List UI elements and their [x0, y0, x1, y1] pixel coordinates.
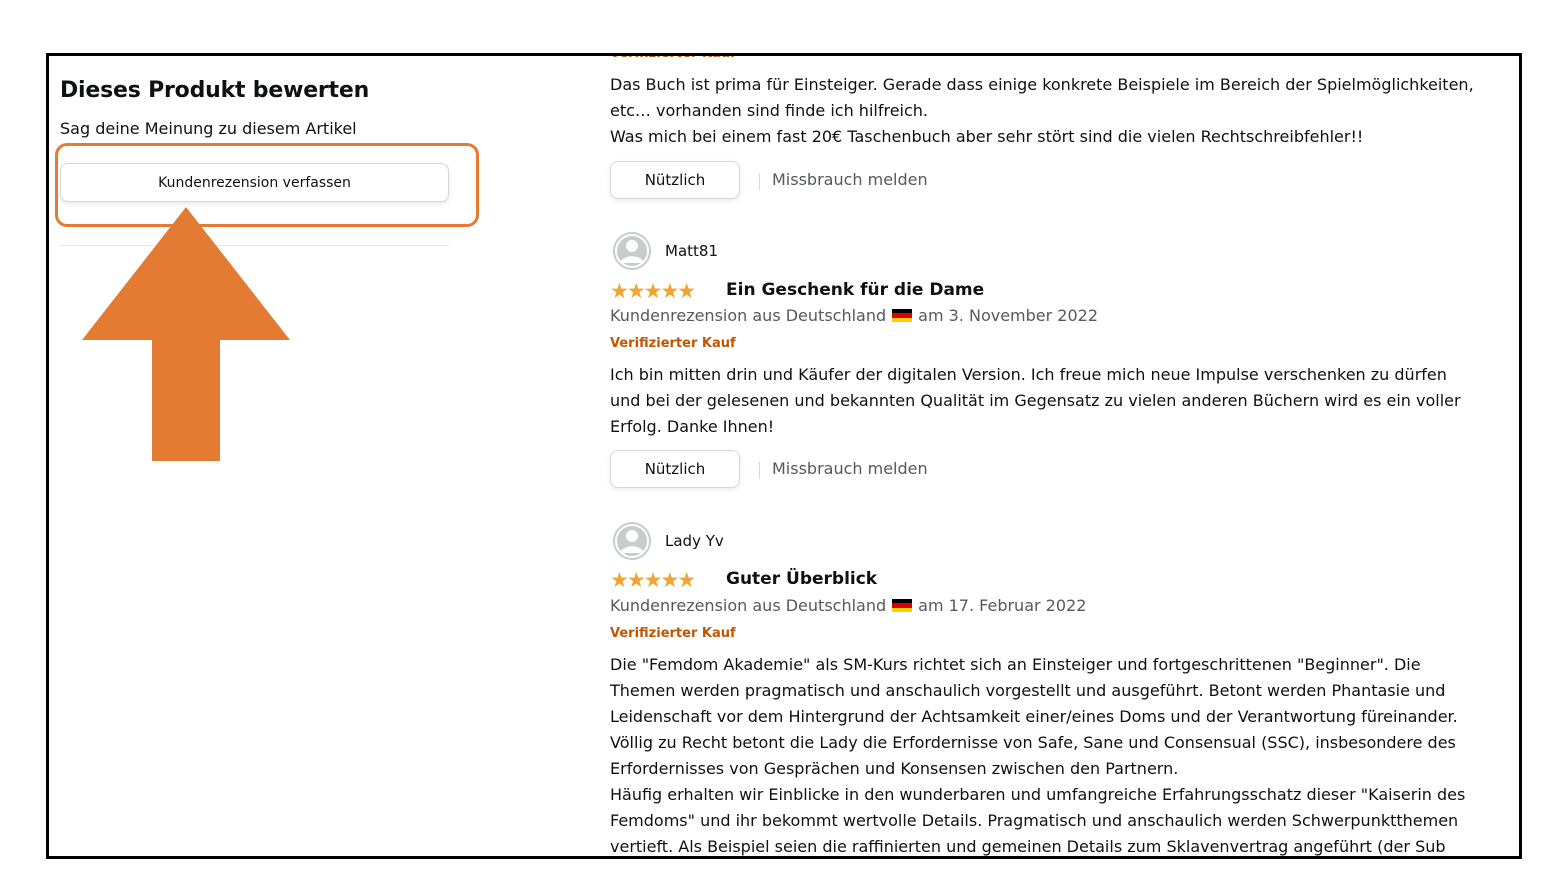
review-line: Leidenschaft vor dem Hintergrund der Ach…: [610, 707, 1458, 726]
review-line: Themen werden pragmatisch und anschaulic…: [610, 681, 1446, 700]
review-title[interactable]: Guter Überblick: [726, 569, 877, 589]
rate-product-heading: Dieses Produkt bewerten: [60, 78, 370, 103]
review-body: Das Buch ist prima für Einsteiger. Gerad…: [610, 72, 1490, 150]
review-line: Ich bin mitten drin und Käufer der digit…: [610, 365, 1447, 384]
review-line: etc… vorhanden sind finde ich hilfreich.: [610, 101, 929, 120]
review-body: Ich bin mitten drin und Käufer der digit…: [610, 362, 1490, 440]
review-line: Häufig erhalten wir Einblicke in den wun…: [610, 785, 1466, 804]
review-meta: Kundenrezension aus Deutschland am 3. No…: [610, 306, 1098, 325]
user-avatar-icon: [613, 232, 651, 270]
review-line: Was mich bei einem fast 20€ Taschenbuch …: [610, 127, 1364, 146]
helpful-button[interactable]: Nützlich: [610, 161, 740, 199]
germany-flag-icon: [892, 308, 913, 323]
reviewer-name: Matt81: [665, 242, 718, 260]
separator: [759, 462, 760, 479]
verified-purchase-badge: Verifizierter Kauf: [610, 336, 736, 351]
reviewer-name: Lady Yv: [665, 532, 724, 550]
review-origin: Kundenrezension aus Deutschland: [610, 596, 887, 615]
avatar: [613, 522, 651, 560]
report-abuse-link[interactable]: Missbrauch melden: [772, 170, 928, 189]
review-line: und bei der gelesenen und bekannten Qual…: [610, 391, 1461, 410]
review-line: Erfordernisses von Gesprächen und Konsen…: [610, 759, 1179, 778]
separator: [759, 173, 760, 190]
annotation-arrow-up-icon: [82, 207, 290, 461]
review-meta: Kundenrezension aus Deutschland am 17. F…: [610, 596, 1086, 615]
report-abuse-link[interactable]: Missbrauch melden: [772, 459, 928, 478]
review-line: Völlig zu Recht betont die Lady die Erfo…: [610, 733, 1456, 752]
rate-product-subtitle: Sag deine Meinung zu diesem Artikel: [60, 119, 357, 138]
review-date: am 17. Februar 2022: [918, 596, 1087, 615]
germany-flag-icon: [892, 598, 913, 613]
user-avatar-icon: [613, 522, 651, 560]
avatar: [613, 232, 651, 270]
review-line: Das Buch ist prima für Einsteiger. Gerad…: [610, 75, 1474, 94]
star-rating: ★★★★★: [610, 279, 696, 303]
review-line: vertieft. Als Beispiel seien die raffini…: [610, 837, 1446, 856]
verified-badge-clipped: Verifizierter Kauf: [610, 53, 736, 61]
screenshot-frame: Dieses Produkt bewerten Sag deine Meinun…: [46, 53, 1522, 859]
helpful-button[interactable]: Nützlich: [610, 450, 740, 488]
review-date: am 3. November 2022: [918, 306, 1099, 325]
star-rating: ★★★★★: [610, 568, 696, 592]
review-line: Die "Femdom Akademie" als SM-Kurs richte…: [610, 655, 1421, 674]
review-line: Femdoms" und ihr bekommt wertvolle Detai…: [610, 811, 1459, 830]
review-line: Erfolg. Danke Ihnen!: [610, 417, 775, 436]
verified-purchase-badge: Verifizierter Kauf: [610, 626, 736, 641]
review-origin: Kundenrezension aus Deutschland: [610, 306, 887, 325]
review-body: Die "Femdom Akademie" als SM-Kurs richte…: [610, 652, 1490, 856]
review-title[interactable]: Ein Geschenk für die Dame: [726, 280, 984, 300]
